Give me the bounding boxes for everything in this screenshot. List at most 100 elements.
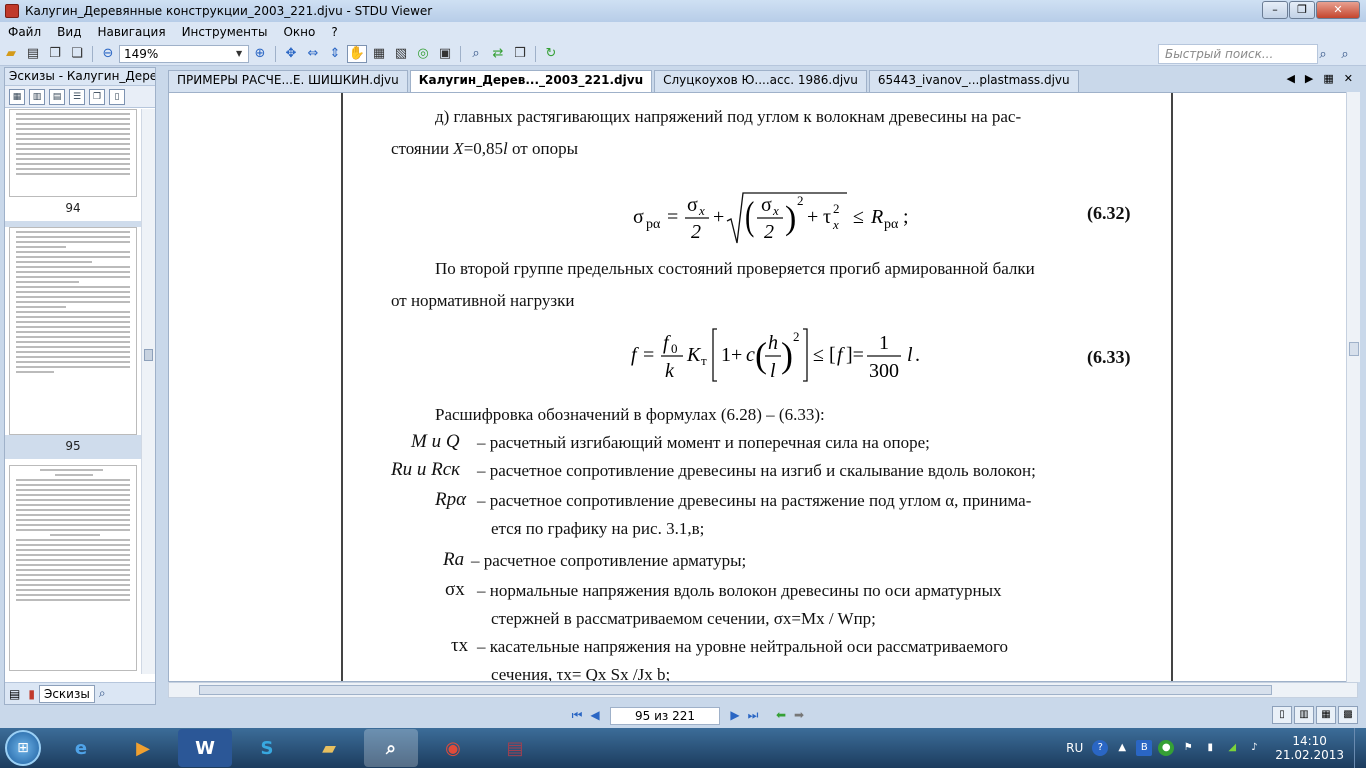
nvidia-icon[interactable]: ◢ — [1224, 740, 1240, 756]
tab-next-icon[interactable]: ▶ — [1305, 72, 1313, 85]
fit-height-icon[interactable]: ⇕ — [325, 45, 345, 63]
scroll-thumb[interactable] — [199, 685, 1272, 695]
def-symbol: τx — [451, 635, 469, 656]
tab-kalugin[interactable]: Калугин_Дерев..._2003_221.djvu — [409, 70, 653, 93]
show-desktop-button[interactable] — [1354, 728, 1366, 768]
page-number-label: 94 — [65, 201, 81, 215]
language-indicator[interactable]: RU — [1066, 741, 1083, 755]
menu-window[interactable]: Окно — [275, 25, 323, 39]
chrome-icon[interactable]: ◉ — [426, 729, 480, 767]
tab-primery[interactable]: ПРИМЕРЫ РАСЧЕ...Е. ШИШКИН.djvu — [168, 70, 408, 92]
help-icon[interactable]: ? — [1092, 740, 1109, 756]
document-horizontal-scrollbar[interactable] — [168, 682, 1358, 698]
svg-text:f: f — [631, 344, 639, 366]
facing-icon[interactable]: ▦ — [1316, 706, 1336, 724]
snapshot-icon[interactable]: ▣ — [435, 45, 455, 63]
continuous-facing-icon[interactable]: ▩ — [1338, 706, 1358, 724]
fit-page-icon[interactable]: ✥ — [281, 45, 301, 63]
single-page-icon[interactable]: ▯ — [1272, 706, 1292, 724]
pages-icon[interactable]: ❒ — [510, 45, 530, 63]
small-thumbs-icon[interactable]: ▤ — [49, 88, 65, 105]
clock[interactable]: 14:10 21.02.2013 — [1275, 734, 1344, 762]
refresh-icon[interactable]: ↻ — [541, 45, 561, 63]
continuous-icon[interactable]: ▥ — [1294, 706, 1314, 724]
copy-icon[interactable]: ❐ — [45, 45, 65, 63]
winrar-icon[interactable]: ▤ — [488, 729, 542, 767]
first-page-icon[interactable]: ⏮ — [568, 708, 586, 724]
print-icon[interactable]: ▤ — [23, 45, 43, 63]
tab-close-icon[interactable]: ✕ — [1344, 72, 1353, 85]
close-button[interactable]: ✕ — [1316, 1, 1360, 19]
svg-text:τ: τ — [823, 206, 831, 228]
zoom-out-icon[interactable]: ⊖ — [98, 45, 118, 63]
hand-tool-icon[interactable]: ✋ — [347, 44, 367, 63]
document-view[interactable]: д) главных растягивающих напряжений под … — [168, 92, 1358, 682]
scroll-thumb[interactable] — [1349, 342, 1359, 356]
select-text-icon[interactable]: ▦ — [369, 45, 389, 63]
page-thumbnail[interactable] — [9, 465, 137, 671]
next-page-icon[interactable]: ▶ — [726, 708, 744, 724]
volume-icon[interactable]: ♪ — [1246, 740, 1262, 756]
thumbs-tab[interactable]: Эскизы — [38, 684, 95, 703]
menu-navigation[interactable]: Навигация — [89, 25, 173, 39]
media-player-icon[interactable]: ▶ — [116, 729, 170, 767]
def-text: – нормальные напряжения вдоль волокон др… — [477, 581, 1002, 600]
title-bar: Калугин_Деревянные конструкции_2003_221.… — [0, 0, 1366, 22]
page-number-input[interactable]: 95 из 221 — [610, 707, 720, 725]
search-options-icon[interactable]: ⌕ — [1335, 45, 1355, 63]
forward-icon[interactable]: ➡ — [790, 708, 808, 724]
prev-page-icon[interactable]: ◀ — [586, 708, 604, 724]
magnifier-icon[interactable]: ◎ — [413, 45, 433, 63]
back-icon[interactable]: ⬅ — [772, 708, 790, 724]
scroll-thumb[interactable] — [144, 349, 153, 361]
grid-view-icon[interactable]: ▦ — [9, 88, 25, 105]
fit-width-icon[interactable]: ⇔ — [303, 45, 323, 63]
page-thumbnail-selected[interactable] — [9, 227, 137, 435]
ie-icon[interactable]: e — [54, 729, 108, 767]
open-folder-icon[interactable]: ▰ — [1, 45, 21, 63]
network-icon[interactable]: ▮ — [1202, 740, 1218, 756]
stdu-viewer-icon[interactable]: ⌕ — [364, 729, 418, 767]
page-icon[interactable]: ▯ — [109, 88, 125, 105]
large-thumbs-icon[interactable]: ▥ — [29, 88, 45, 105]
select-image-icon[interactable]: ▧ — [391, 45, 411, 63]
tray-expand-icon[interactable]: ▲ — [1114, 740, 1130, 756]
chat-icon[interactable]: ● — [1158, 740, 1175, 756]
zoom-in-icon[interactable]: ⊕ — [250, 45, 270, 63]
bookmark-tab-icon[interactable]: ▮ — [24, 687, 39, 701]
text-line: д) главных растягивающих напряжений под … — [435, 107, 1022, 126]
menu-view[interactable]: Вид — [49, 25, 89, 39]
tab-prev-icon[interactable]: ◀ — [1286, 72, 1294, 85]
export-icon[interactable]: ❏ — [67, 45, 87, 63]
quick-search-input[interactable]: Быстрый поиск... — [1158, 44, 1318, 64]
tab-ivanov[interactable]: 65443_ivanov_...plastmass.djvu — [868, 70, 1079, 92]
explorer-icon[interactable]: ▰ — [302, 729, 356, 767]
bookmarks-tab-icon[interactable]: ▤ — [5, 687, 24, 701]
tab-slutskoukhov[interactable]: Слуцкоухов Ю....асс. 1986.djvu — [654, 70, 867, 92]
find-next-icon[interactable]: ⇄ — [488, 45, 508, 63]
menu-tools[interactable]: Инструменты — [174, 25, 276, 39]
document-vertical-scrollbar[interactable] — [1346, 92, 1360, 682]
windows-logo-icon: ⊞ — [5, 730, 41, 766]
copy-page-icon[interactable]: ❐ — [89, 88, 105, 105]
vk-icon[interactable]: B — [1136, 740, 1153, 756]
page-thumbnail[interactable] — [9, 109, 137, 197]
flag-icon[interactable]: ⚑ — [1180, 740, 1196, 756]
menu-bar: Файл Вид Навигация Инструменты Окно ? — [0, 22, 1366, 42]
search-tab-icon[interactable]: ⌕ — [95, 686, 110, 701]
tab-list-icon[interactable]: ▦ — [1323, 72, 1333, 85]
last-page-icon[interactable]: ⏭ — [744, 708, 762, 724]
minimize-button[interactable]: – — [1262, 1, 1288, 19]
thumbnail-scrollbar[interactable] — [141, 109, 155, 674]
skype-icon[interactable]: S — [240, 729, 294, 767]
list-view-icon[interactable]: ☰ — [69, 88, 85, 105]
maximize-button[interactable]: ❐ — [1289, 1, 1315, 19]
zoom-select[interactable]: 149% ▼ — [119, 44, 249, 63]
menu-help[interactable]: ? — [323, 25, 345, 39]
find-icon[interactable]: ⌕ — [466, 45, 486, 63]
search-icon[interactable]: ⌕ — [1313, 45, 1333, 63]
word-icon[interactable]: W — [178, 729, 232, 767]
document-page: д) главных растягивающих напряжений под … — [341, 93, 1173, 681]
start-button[interactable]: ⊞ — [0, 728, 46, 768]
menu-file[interactable]: Файл — [0, 25, 49, 39]
